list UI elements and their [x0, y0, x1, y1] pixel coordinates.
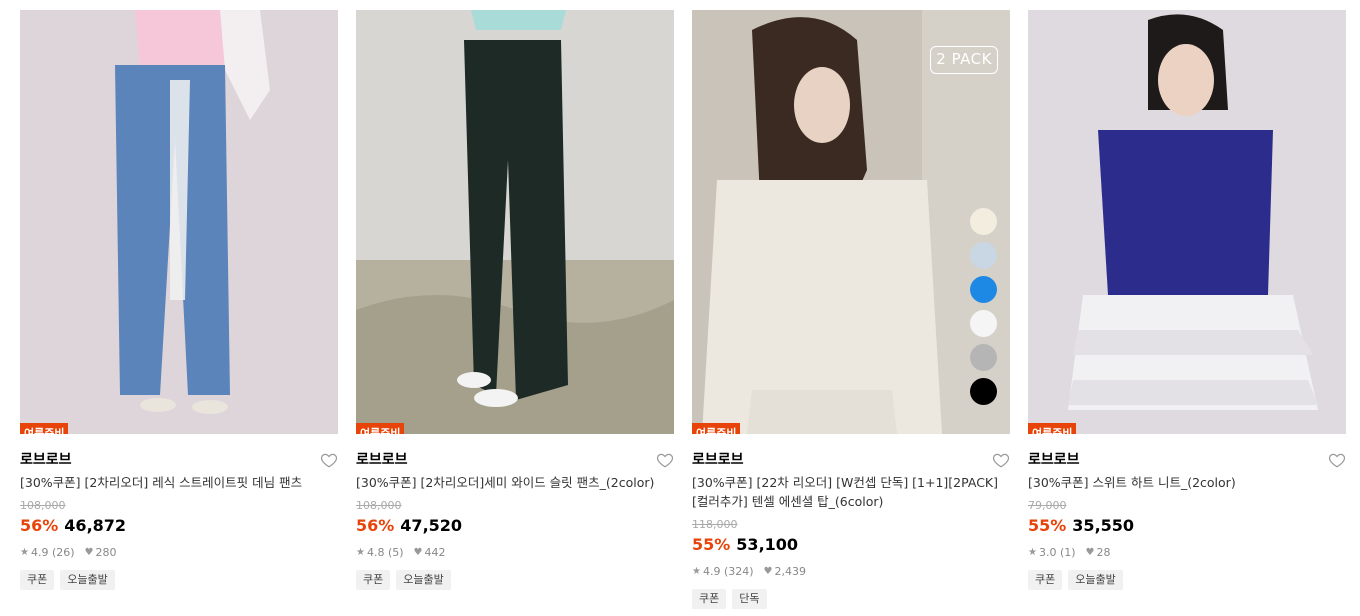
brand-name[interactable]: 로브로브: [692, 448, 1010, 472]
original-price: 79,000: [1028, 499, 1067, 512]
star-icon: ★: [692, 566, 701, 577]
pack-badge: 2 PACK: [930, 46, 998, 74]
star-icon: ★: [20, 547, 29, 558]
product-card[interactable]: 2 PACK 여름준비 로브로브 [30%쿠폰] [22차 리오더] [W컨셉 …: [692, 10, 1010, 609]
sale-price: 46,872: [64, 516, 127, 535]
brand-name[interactable]: 로브로브: [1028, 448, 1346, 472]
rating: 4.9 (324): [702, 565, 754, 578]
sale-price: 53,100: [736, 535, 799, 554]
product-title[interactable]: [30%쿠폰] 스위트 하트 니트_(2color): [1028, 473, 1346, 492]
color-swatch[interactable]: [970, 276, 997, 303]
product-grid: 여름준비 로브로브 [30%쿠폰] [2차리오더] 레식 스트레이트핏 데님 팬…: [0, 0, 1360, 616]
tag-exclusive: 단독: [732, 589, 767, 609]
product-title[interactable]: [30%쿠폰] [2차리오더]세미 와이드 슬릿 팬츠_(2color): [356, 473, 674, 492]
color-swatch[interactable]: [970, 242, 997, 269]
product-image[interactable]: 2 PACK 여름준비: [692, 10, 1010, 434]
original-price: 108,000: [356, 499, 402, 512]
color-swatch[interactable]: [970, 208, 997, 235]
heart-outline-icon[interactable]: [320, 451, 338, 469]
rating: 4.9 (26): [30, 546, 75, 559]
heart-outline-icon[interactable]: [1328, 451, 1346, 469]
color-swatch[interactable]: [970, 378, 997, 405]
product-title[interactable]: [30%쿠폰] [2차리오더] 레식 스트레이트핏 데님 팬츠: [20, 473, 338, 492]
heart-filled-icon: ♥: [84, 547, 94, 558]
tag-coupon: 쿠폰: [20, 570, 55, 590]
heart-outline-icon[interactable]: [656, 451, 674, 469]
sale-price: 47,520: [400, 516, 463, 535]
rating: 4.8 (5): [366, 546, 404, 559]
discount-rate: 55%: [1028, 516, 1067, 535]
color-swatch[interactable]: [970, 344, 997, 371]
heart-filled-icon: ♥: [763, 566, 773, 577]
tag-shipping: 오늘출발: [396, 570, 451, 590]
star-icon: ★: [356, 547, 365, 558]
tag-coupon: 쿠폰: [692, 589, 727, 609]
star-icon: ★: [1028, 547, 1037, 558]
original-price: 118,000: [692, 518, 738, 531]
product-card[interactable]: 여름준비 로브로브 [30%쿠폰] [2차리오더]세미 와이드 슬릿 팬츠_(2…: [356, 10, 674, 590]
tag-coupon: 쿠폰: [356, 570, 391, 590]
color-swatch[interactable]: [970, 310, 997, 337]
promo-badge: 여름준비: [356, 423, 405, 434]
like-count: 442: [424, 546, 446, 559]
product-card[interactable]: 여름준비 로브로브 [30%쿠폰] [2차리오더] 레식 스트레이트핏 데님 팬…: [20, 10, 338, 590]
like-count: 280: [95, 546, 117, 559]
sale-price: 35,550: [1072, 516, 1135, 535]
product-image[interactable]: 여름준비: [356, 10, 674, 434]
promo-badge: 여름준비: [20, 423, 69, 434]
like-count: 2,439: [774, 565, 807, 578]
like-count: 28: [1096, 546, 1111, 559]
tag-shipping: 오늘출발: [1068, 570, 1123, 590]
original-price: 108,000: [20, 499, 66, 512]
rating: 3.0 (1): [1038, 546, 1076, 559]
discount-rate: 56%: [20, 516, 59, 535]
product-card[interactable]: 여름준비 로브로브 [30%쿠폰] 스위트 하트 니트_(2color) 79,…: [1028, 10, 1346, 590]
product-image[interactable]: 여름준비: [20, 10, 338, 434]
tag-shipping: 오늘출발: [60, 570, 115, 590]
promo-badge: 여름준비: [692, 423, 741, 434]
promo-badge: 여름준비: [1028, 423, 1077, 434]
product-image[interactable]: 여름준비: [1028, 10, 1346, 434]
tag-coupon: 쿠폰: [1028, 570, 1063, 590]
brand-name[interactable]: 로브로브: [356, 448, 674, 472]
color-swatches: [970, 208, 998, 412]
brand-name[interactable]: 로브로브: [20, 448, 338, 472]
product-title[interactable]: [30%쿠폰] [22차 리오더] [W컨셉 단독] [1+1][2PACK][…: [692, 473, 1010, 511]
discount-rate: 56%: [356, 516, 395, 535]
heart-outline-icon[interactable]: [992, 451, 1010, 469]
discount-rate: 55%: [692, 535, 731, 554]
heart-filled-icon: ♥: [1085, 547, 1095, 558]
heart-filled-icon: ♥: [413, 547, 423, 558]
